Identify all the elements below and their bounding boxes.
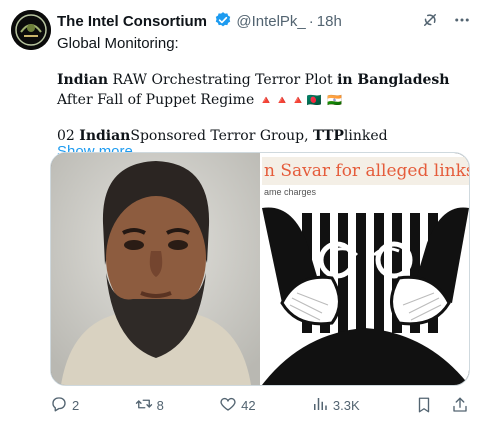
reply-button[interactable]: 2 <box>50 395 79 416</box>
post-text: Global Monitoring: Indian RAW Orchestrat… <box>57 34 471 162</box>
media-news-image[interactable]: n Savar for alleged links to Tehri ame c… <box>262 153 469 385</box>
header-actions <box>421 11 471 29</box>
share-icon[interactable] <box>451 396 469 414</box>
headline-part: After Fall of Puppet Regime <box>57 92 255 108</box>
headline-part: in Bangladesh <box>337 72 450 88</box>
heart-icon <box>219 395 237 416</box>
tweet[interactable]: The Intel Consortium @IntelPk_ · 18h Globa… <box>0 0 483 427</box>
handcuff-illustration <box>262 207 469 385</box>
post-header: The Intel Consortium @IntelPk_ · 18h <box>57 11 471 31</box>
action-bar-right <box>415 396 469 414</box>
verified-badge-icon <box>214 11 232 35</box>
views-count: 3.3K <box>332 397 360 413</box>
reply-icon <box>50 395 68 416</box>
line3-part: TTP <box>313 128 344 144</box>
repost-count: 8 <box>156 397 164 413</box>
avatar[interactable] <box>11 10 51 50</box>
grok-icon[interactable] <box>421 11 439 29</box>
repost-icon <box>135 395 153 416</box>
action-bar: 2 8 42 3.3K <box>50 395 469 415</box>
headline-part: RAW Orchestrating Terror Plot <box>108 72 338 88</box>
account-handle[interactable]: @IntelPk_ <box>236 13 305 30</box>
flag-emojis: 🔺🔺🔺🇧🇩 🇮🇳 <box>258 93 344 107</box>
post-line-1: Global Monitoring: <box>57 35 179 52</box>
timestamp[interactable]: 18h <box>317 13 342 30</box>
separator-dot: · <box>308 13 314 30</box>
repost-button[interactable]: 8 <box>135 395 164 416</box>
bookmark-icon[interactable] <box>415 396 433 414</box>
more-icon[interactable] <box>453 11 471 29</box>
headline-part: Indian <box>57 72 109 88</box>
post-headline: Indian RAW Orchestrating Terror Plot in … <box>57 70 471 110</box>
like-button[interactable]: 42 <box>219 395 256 416</box>
media-photo-man[interactable] <box>51 153 260 385</box>
media-grid: n Savar for alleged links to Tehri ame c… <box>50 152 470 386</box>
views-button[interactable]: 3.3K <box>311 395 360 416</box>
account-name[interactable]: The Intel Consortium <box>57 13 207 30</box>
views-icon <box>311 395 329 416</box>
line3-part: linked <box>343 128 388 144</box>
line3-part: Sponsored Terror Group, <box>130 128 314 144</box>
reply-count: 2 <box>72 397 80 413</box>
like-count: 42 <box>241 397 256 413</box>
